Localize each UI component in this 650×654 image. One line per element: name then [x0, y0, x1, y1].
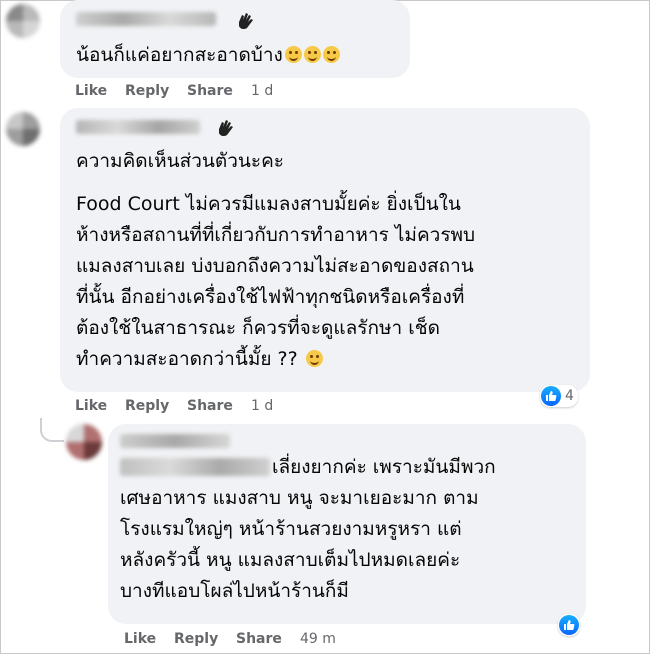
timestamp[interactable]: 49 m [300, 631, 336, 647]
share-link[interactable]: Share [236, 631, 300, 647]
comment-text: ความคิดเห็นส่วนตัวนะคะ Food Court ไม่ควร… [76, 150, 476, 370]
comment-actions: Like Reply Share 49 m [124, 631, 336, 647]
like-link[interactable]: Like [124, 631, 174, 647]
like-link[interactable]: Like [75, 398, 125, 414]
comment-actions: Like Reply Share 1 d [75, 83, 273, 99]
avatar[interactable] [6, 112, 40, 146]
like-link[interactable]: Like [75, 83, 125, 99]
reply-link[interactable]: Reply [174, 631, 236, 647]
reaction-summary[interactable] [558, 614, 580, 636]
author-name-blurred[interactable] [120, 434, 230, 448]
grinning-sweat-emoji [303, 46, 321, 63]
share-link[interactable]: Share [187, 83, 251, 99]
avatar[interactable] [6, 4, 40, 38]
author-name-blurred[interactable] [76, 12, 216, 26]
grinning-sweat-emoji [284, 46, 302, 63]
like-reaction-icon [559, 615, 579, 635]
share-link[interactable]: Share [187, 398, 251, 414]
timestamp[interactable]: 1 d [251, 83, 273, 99]
grinning-sweat-emoji [322, 46, 340, 63]
thinking-face-emoji [305, 350, 323, 367]
wave-hand-icon [219, 120, 233, 137]
comment-actions: Like Reply Share 1 d [75, 398, 273, 414]
author-name-blurred[interactable] [76, 120, 200, 134]
comment-text: น้อนก็แค่อยากสะอาดบ้าง [76, 40, 340, 71]
comment-text: เลี่ยงยากค่ะ เพราะมันมีพวก เศษอาหาร แมงส… [120, 456, 496, 602]
avatar[interactable] [66, 424, 102, 460]
like-reaction-icon [541, 386, 561, 406]
reply-link[interactable]: Reply [125, 398, 187, 414]
wave-hand-icon [239, 13, 253, 30]
reply-thread-line [40, 418, 64, 442]
reply-link[interactable]: Reply [125, 83, 187, 99]
reaction-summary[interactable]: 4 [540, 385, 578, 407]
reaction-count: 4 [565, 388, 574, 404]
timestamp[interactable]: 1 d [251, 398, 273, 414]
